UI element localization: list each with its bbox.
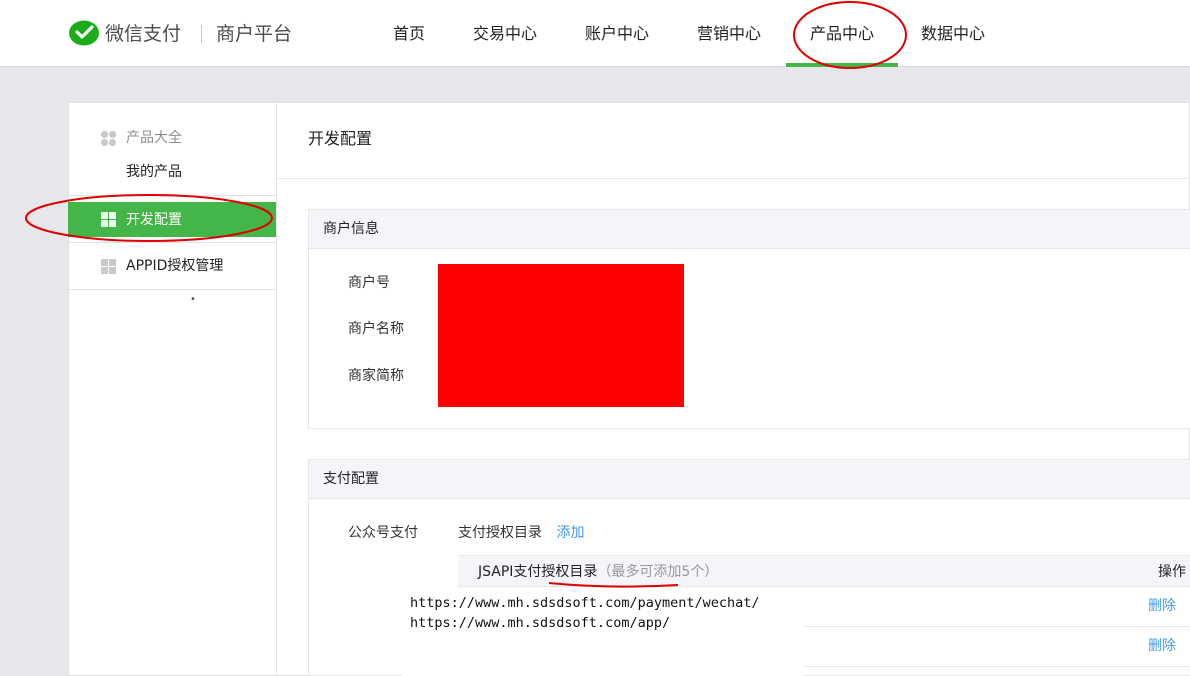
nav-products[interactable]: 产品中心 (786, 0, 898, 67)
delete-link[interactable]: 删除 (1148, 596, 1176, 616)
list-item: https://www.mh.sdsdsoft.com/payment/wech… (410, 595, 760, 611)
sidebar-item-label: 开发配置 (126, 212, 182, 228)
dir-table-header: JSAPI支付授权目录（最多可添加5个） 操作 (458, 555, 1190, 587)
brand-subtitle: 商户平台 (216, 23, 293, 45)
sidebar-divider (68, 289, 276, 290)
sidebar-divider (68, 195, 276, 196)
sidebar-divider (68, 242, 276, 243)
action-column-header: 操作 (1158, 564, 1186, 580)
url-list: https://www.mh.sdsdsoft.com/payment/wech… (402, 587, 804, 676)
pay-dir-text: 支付授权目录 (458, 525, 542, 541)
merchant-name-label: 商户名称 (348, 321, 404, 337)
brand-divider (201, 25, 202, 43)
official-account-pay-label: 公众号支付 (348, 525, 418, 541)
delete-link[interactable]: 删除 (1148, 636, 1176, 656)
sidebar: 产品大全 我的产品 开发配置 APPID授权管理 • (68, 102, 277, 676)
sidebar-item-dev-config[interactable]: 开发配置 (68, 202, 276, 237)
pay-dir-label: 支付授权目录 添加 (458, 523, 584, 543)
page-title: 开发配置 (308, 129, 373, 148)
title-divider (278, 178, 1190, 179)
dir-column-header: JSAPI支付授权目录（最多可添加5个） (478, 562, 718, 582)
nav-home[interactable]: 首页 (393, 0, 425, 66)
merchant-id-label: 商户号 (348, 275, 390, 291)
brand-name: 微信支付 (105, 23, 182, 45)
section-title: 支付配置 (309, 460, 1190, 499)
sidebar-item-my-products[interactable]: 我的产品 (126, 162, 182, 182)
redaction-block (438, 264, 684, 407)
nav-transactions[interactable]: 交易中心 (473, 0, 537, 66)
stray-dot: • (190, 294, 196, 305)
products-cluster-icon (100, 130, 117, 147)
list-item: https://www.mh.sdsdsoft.com/app/ (410, 615, 671, 631)
sidebar-group-products: 产品大全 (100, 128, 182, 148)
nav-data[interactable]: 数据中心 (921, 0, 985, 66)
sidebar-group-label: 产品大全 (126, 130, 182, 146)
dir-column-title: JSAPI支付授权目录 (478, 564, 598, 580)
grid-icon (101, 212, 116, 227)
nav-marketing[interactable]: 营销中心 (697, 0, 761, 66)
nav-account[interactable]: 账户中心 (585, 0, 649, 66)
top-bar: 微信支付 商户平台 首页 交易中心 账户中心 营销中心 产品中心 数据中心 (0, 0, 1190, 67)
wechat-pay-logo-icon[interactable] (68, 20, 100, 48)
merchant-short-name-label: 商家简称 (348, 368, 404, 384)
add-dir-link[interactable]: 添加 (556, 525, 584, 541)
section-title: 商户信息 (309, 210, 1190, 249)
grid-icon (101, 259, 116, 274)
dir-limit-hint: （最多可添加5个） (597, 564, 719, 580)
sidebar-item-appid-manage[interactable]: APPID授权管理 (126, 256, 223, 276)
